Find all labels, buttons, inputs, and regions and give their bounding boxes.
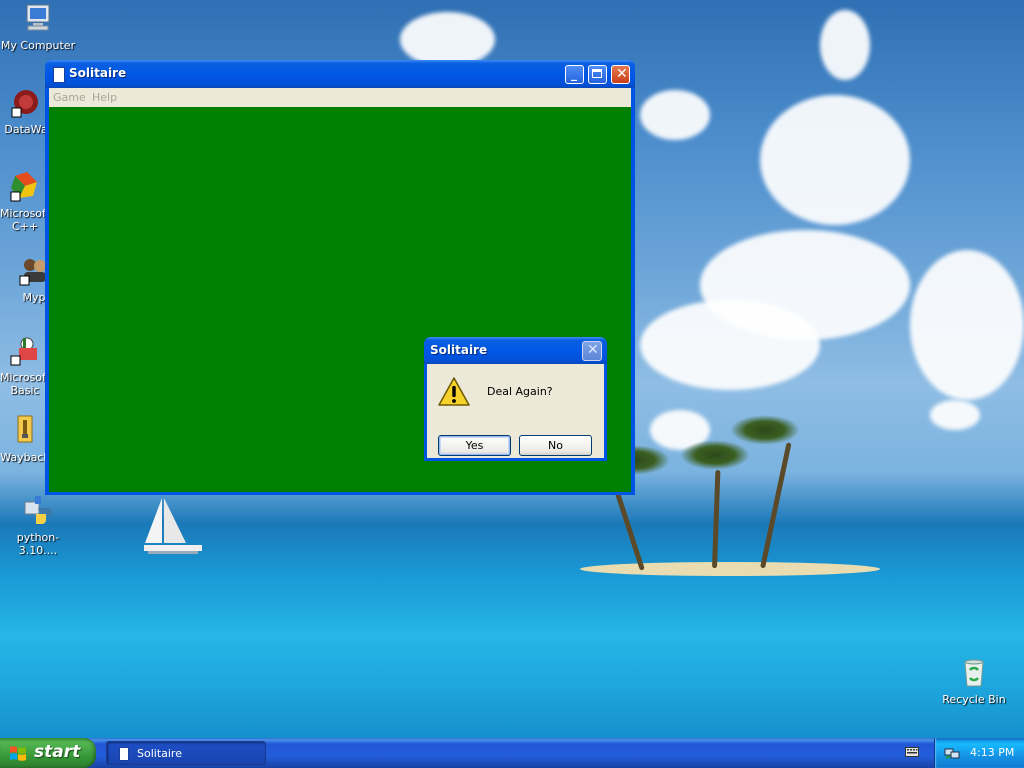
start-button[interactable]: start	[0, 738, 96, 768]
card-icon	[119, 747, 129, 761]
maximize-icon	[592, 69, 602, 78]
dialog-message: Deal Again?	[487, 385, 553, 398]
taskbar: start Solitaire 4:13 PM	[0, 738, 1024, 768]
cloud	[760, 95, 910, 225]
keyboard-icon[interactable]	[905, 747, 919, 757]
minimize-button[interactable]: _	[565, 65, 584, 84]
globe-icon	[11, 90, 38, 118]
cloud	[930, 400, 980, 430]
minimize-icon: _	[571, 67, 577, 81]
cloud	[820, 10, 870, 80]
computer-icon	[26, 4, 50, 31]
close-icon: ✕	[587, 342, 599, 358]
cloud	[640, 300, 820, 390]
taskbar-item-label: Solitaire	[137, 747, 182, 760]
desktop-icon-recycle-bin[interactable]: Recycle Bin	[936, 656, 1012, 706]
desktop-icon-my-computer[interactable]: My Computer	[0, 2, 76, 52]
desktop-icon-label: Recycle Bin	[942, 693, 1006, 706]
close-icon: ✕	[616, 66, 628, 82]
cloud	[910, 250, 1024, 400]
windows-logo-icon	[10, 746, 26, 761]
deal-again-dialog: Solitaire ✕ Deal Again? Yes No	[424, 337, 607, 461]
warning-icon	[438, 377, 470, 406]
taskbar-item-solitaire[interactable]: Solitaire	[106, 741, 266, 765]
menu-bar: Game Help	[49, 88, 631, 107]
dialog-titlebar[interactable]: Solitaire ✕	[424, 337, 607, 364]
dialog-body: Deal Again? Yes No	[427, 364, 604, 458]
cloud	[640, 90, 710, 140]
yes-button[interactable]: Yes	[438, 435, 511, 456]
menu-game[interactable]: Game	[53, 91, 86, 104]
network-icon[interactable]	[944, 746, 960, 760]
palm-fronds	[730, 415, 800, 445]
recycle-bin-icon	[964, 659, 984, 687]
archive-icon	[17, 415, 33, 443]
window-titlebar[interactable]: Solitaire _ ✕	[45, 60, 635, 88]
card-icon	[53, 67, 65, 83]
dialog-close-button[interactable]: ✕	[582, 341, 602, 361]
clock[interactable]: 4:13 PM	[970, 746, 1014, 759]
python-installer-icon	[24, 496, 52, 524]
sailboat	[144, 498, 202, 554]
maximize-button[interactable]	[588, 65, 607, 84]
cloud	[400, 12, 495, 67]
start-label: start	[34, 742, 81, 762]
palm-tree	[760, 442, 792, 569]
desktop-icon-label: python-3.10....	[16, 531, 60, 557]
no-button[interactable]: No	[519, 435, 592, 456]
visual-basic-icon	[10, 337, 37, 366]
system-tray: 4:13 PM	[934, 738, 1024, 768]
window-title: Solitaire	[69, 66, 127, 80]
desktop-icon-python-installer[interactable]: python-3.10....	[0, 494, 76, 557]
close-button[interactable]: ✕	[611, 65, 630, 84]
palm-tree	[712, 469, 721, 569]
menu-help[interactable]: Help	[92, 91, 117, 104]
palm-tree	[612, 483, 645, 571]
island	[580, 562, 880, 576]
desktop-icon-label: My Computer	[0, 39, 76, 52]
dialog-title: Solitaire	[430, 343, 488, 357]
visual-studio-icon	[10, 172, 37, 202]
